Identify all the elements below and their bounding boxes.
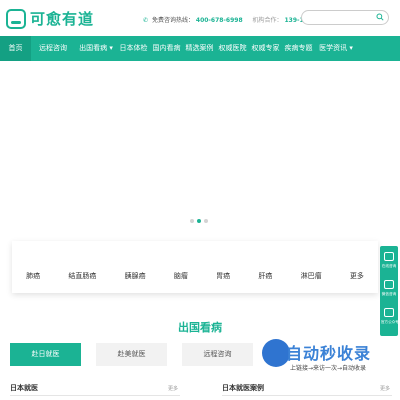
hotline-number: 400-678-6998 [195,17,243,24]
category-stomach-cancer[interactable]: 胃癌 [216,253,230,281]
more-link[interactable]: 更多 [168,385,178,392]
qr-code-icon [384,280,394,289]
tab-us-treatment[interactable]: 赴美就医 [96,343,167,366]
watermark-text: 自动秒收录 [286,344,372,363]
watermark-overlay: 自动秒收录 上链接→来访一次→自动收录 [262,337,386,377]
divider [10,395,180,396]
nav-item-experts[interactable]: 权威专家 [249,36,282,61]
mobile-label: 机构合作： [252,17,283,24]
category-liver-cancer[interactable]: 肝癌 [258,253,272,281]
more-link[interactable]: 更多 [380,385,390,392]
watermark-subtext: 上链接→来访一次→自动收录 [290,365,367,372]
banner-dot-active[interactable] [197,219,201,223]
category-more[interactable]: 更多 [350,253,364,281]
page: 可愈有道 ✆ 免费咨询热线： 400-678-6998 机构合作： 139-11… [0,0,400,400]
hero-banner[interactable] [0,61,400,241]
nav-item-cases[interactable]: 精选案例 [183,36,216,61]
side-label: 微信咨询 [381,291,397,296]
qr-code-icon [384,308,394,317]
category-colorectal-cancer[interactable]: 结直肠癌 [68,253,96,281]
chat-icon [384,252,394,261]
search-box [301,10,389,25]
site-logo[interactable]: 可愈有道 [6,8,94,29]
banner-pagination [190,219,211,223]
logo-text: 可愈有道 [30,10,95,28]
logo-icon [6,8,26,29]
list-title-japan-cases: 日本就医案例 [222,384,264,392]
site-header: 可愈有道 ✆ 免费咨询热线： 400-678-6998 机构合作： 139-11… [0,0,400,36]
category-lung-cancer[interactable]: 肺癌 [26,253,40,281]
nav-item-disease-topics[interactable]: 疾病专题 [282,36,315,61]
nav-item-remote-consult[interactable]: 远程咨询 [31,36,75,61]
category-pancreatic-cancer[interactable]: 胰腺癌 [125,253,146,281]
nav-item-medical-news[interactable]: 医学资讯 ▾ [315,36,357,61]
nav-item-japan-checkup[interactable]: 日本体检 [117,36,150,61]
nav-item-hospitals[interactable]: 权威医院 [216,36,249,61]
side-wechat-consult[interactable]: 微信咨询 [380,280,398,297]
banner-dot[interactable] [204,219,208,223]
section-tabs: 赴日就医 赴美就医 远程咨询 [10,343,268,366]
nav-item-home[interactable]: 首页 [0,36,31,61]
side-online-consult[interactable]: 在线咨询 [380,252,398,269]
category-lymphoma[interactable]: 淋巴瘤 [301,253,322,281]
main-nav: 首页 远程咨询 出国看病 ▾ 日本体检 国内看病 精选案例 权威医院 权威专家 … [0,36,400,61]
tab-remote-consult[interactable]: 远程咨询 [182,343,253,366]
search-input[interactable] [307,12,375,23]
nav-item-domestic-treatment[interactable]: 国内看病 [150,36,183,61]
search-icon[interactable] [376,13,384,21]
nav-item-overseas-treatment[interactable]: 出国看病 ▾ [75,36,117,61]
side-label: 在线咨询 [381,263,397,268]
category-brain-tumor[interactable]: 脑瘤 [174,253,188,281]
hotline-label: 免费咨询热线： [151,17,194,24]
list-title-japan-treatment: 日本就医 [10,384,38,392]
banner-dot[interactable] [190,219,194,223]
tab-japan-treatment[interactable]: 赴日就医 [10,343,81,366]
phone-icon: ✆ [143,17,149,24]
disease-categories: 肺癌 结直肠癌 胰腺癌 脑瘤 胃癌 肝癌 淋巴瘤 更多 [12,241,378,293]
section-title: 出国看病 [178,321,222,334]
divider [222,395,392,396]
